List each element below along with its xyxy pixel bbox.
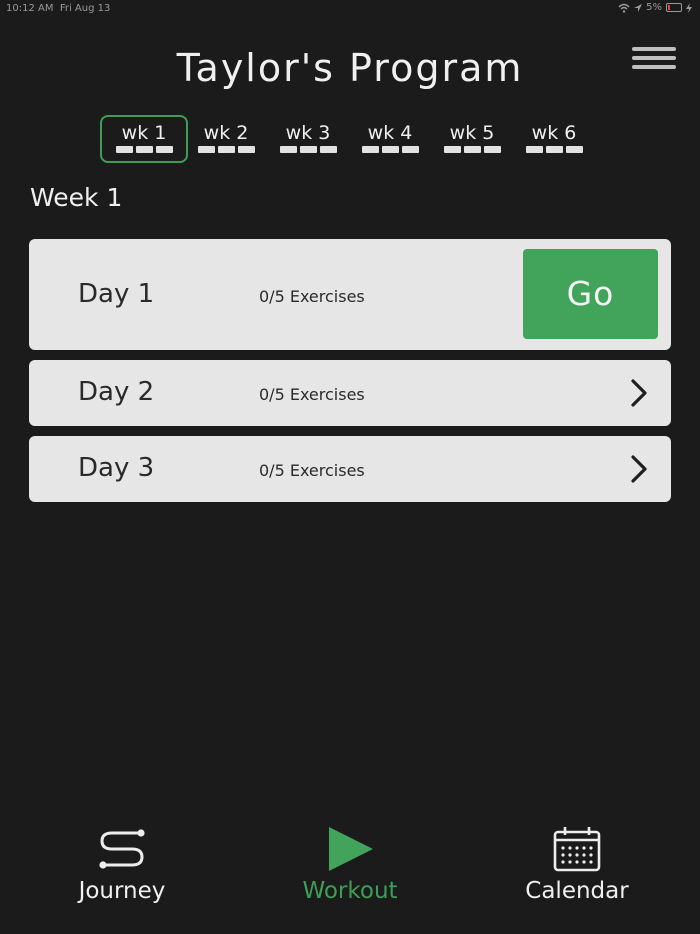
day-name: Day 1 bbox=[78, 279, 155, 309]
status-time: 10:12 AM Fri Aug 13 bbox=[6, 3, 110, 14]
week-tab-6[interactable]: wk 6 bbox=[510, 115, 598, 163]
day-name: Day 3 bbox=[78, 453, 155, 483]
week-tab-2[interactable]: wk 2 bbox=[182, 115, 270, 163]
week-tab-label: wk 3 bbox=[285, 122, 331, 144]
tab-label: Calendar bbox=[525, 878, 629, 904]
location-icon bbox=[634, 3, 643, 12]
week-day-markers bbox=[430, 146, 514, 153]
menu-button[interactable] bbox=[632, 47, 676, 77]
status-date: Fri Aug 13 bbox=[59, 3, 111, 14]
tab-label: Journey bbox=[78, 878, 166, 904]
day-card-1[interactable]: Day 1 0/5 Exercises Go bbox=[29, 239, 671, 350]
charging-icon bbox=[686, 2, 692, 13]
go-button[interactable]: Go bbox=[523, 249, 658, 339]
status-clock: 10:12 AM bbox=[6, 3, 54, 14]
day-card-3[interactable]: Day 3 0/5 Exercises bbox=[29, 436, 671, 502]
week-day-markers bbox=[266, 146, 350, 153]
tab-label: Workout bbox=[302, 878, 398, 904]
battery-icon bbox=[666, 3, 682, 12]
week-tab-label: wk 5 bbox=[449, 122, 495, 144]
week-heading: Week 1 bbox=[30, 183, 123, 212]
play-icon bbox=[329, 827, 373, 871]
week-day-markers bbox=[102, 146, 186, 153]
menu-bar-bottom bbox=[632, 65, 676, 69]
week-tab-label: wk 1 bbox=[121, 122, 167, 144]
status-right: 5% bbox=[618, 2, 692, 13]
week-tab-5[interactable]: wk 5 bbox=[428, 115, 516, 163]
day-exercise-count: 0/5 Exercises bbox=[259, 461, 365, 480]
day-exercise-count: 0/5 Exercises bbox=[259, 385, 365, 404]
page-title: Taylor's Program bbox=[176, 46, 524, 90]
calendar-icon bbox=[553, 827, 601, 872]
wifi-icon bbox=[618, 3, 630, 13]
week-tab-4[interactable]: wk 4 bbox=[346, 115, 434, 163]
tab-workout[interactable]: Workout bbox=[260, 820, 440, 904]
chevron-right-icon[interactable] bbox=[629, 454, 649, 484]
day-card-2[interactable]: Day 2 0/5 Exercises bbox=[29, 360, 671, 426]
chevron-right-icon[interactable] bbox=[629, 378, 649, 408]
day-name: Day 2 bbox=[78, 377, 155, 407]
tab-bar: Journey Workout Calendar bbox=[0, 820, 700, 934]
tab-calendar[interactable]: Calendar bbox=[487, 820, 667, 904]
journey-icon bbox=[99, 829, 145, 869]
battery-percent: 5% bbox=[646, 2, 662, 13]
tab-journey[interactable]: Journey bbox=[32, 820, 212, 904]
week-tab-label: wk 6 bbox=[531, 122, 577, 144]
week-day-markers bbox=[512, 146, 596, 153]
week-tab-3[interactable]: wk 3 bbox=[264, 115, 352, 163]
menu-bar-middle bbox=[632, 56, 676, 60]
status-bar: 10:12 AM Fri Aug 13 5% bbox=[0, 0, 700, 18]
menu-bar-top bbox=[632, 47, 676, 51]
week-tab-label: wk 4 bbox=[367, 122, 413, 144]
day-exercise-count: 0/5 Exercises bbox=[259, 287, 365, 306]
week-tab-label: wk 2 bbox=[203, 122, 249, 144]
week-day-markers bbox=[348, 146, 432, 153]
week-tab-1[interactable]: wk 1 bbox=[100, 115, 188, 163]
week-day-markers bbox=[184, 146, 268, 153]
